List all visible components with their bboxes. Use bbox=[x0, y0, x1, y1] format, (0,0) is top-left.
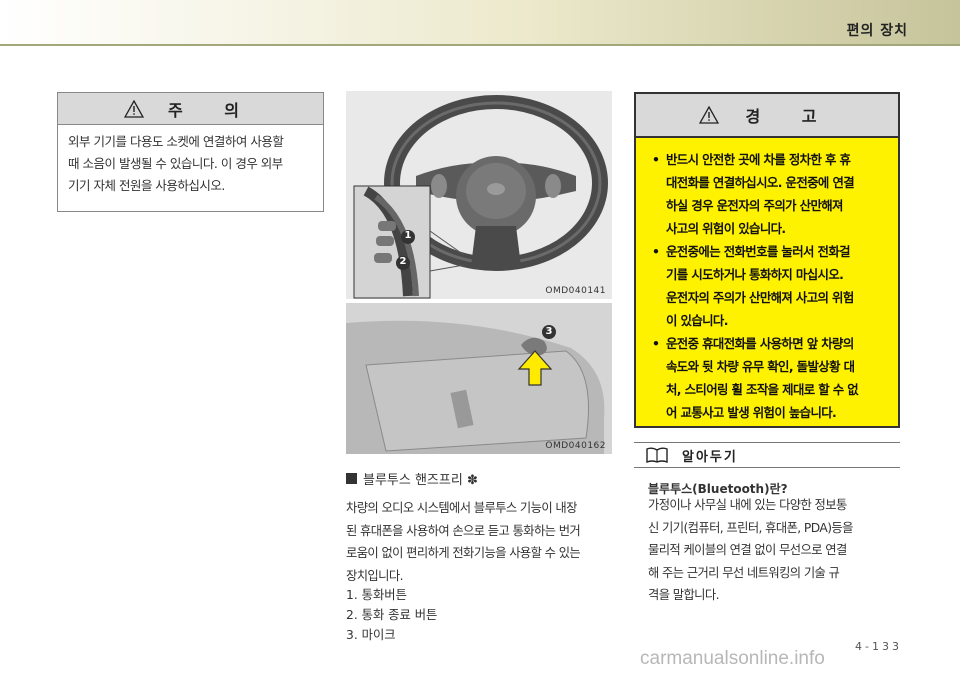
figure-code: OMD040162 bbox=[545, 441, 606, 451]
sun-visor-illustration bbox=[346, 303, 612, 454]
page-number: 4-133 bbox=[855, 640, 902, 653]
bluetooth-heading-text: 블루투스 핸즈프리 ✽ bbox=[363, 473, 478, 488]
warning-line: 처, 스티어링 휠 조작을 제대로 할 수 없 bbox=[666, 382, 859, 397]
caution-box: 주 의 외부 기기를 다용도 소켓에 연결하여 사용할 때 소음이 발생될 수 … bbox=[57, 92, 324, 212]
list-item: 3. 마이크 bbox=[346, 628, 396, 642]
bluetooth-line: 차량의 오디오 시스템에서 블루투스 기능이 내장 bbox=[346, 501, 577, 515]
header-rule bbox=[0, 44, 960, 46]
warning-line: 대전화를 연결하십시오. 운전중에 연결 bbox=[666, 175, 855, 190]
warning-header: 경 고 bbox=[636, 94, 898, 138]
steering-wheel-illustration bbox=[346, 91, 612, 299]
bluetooth-parts-list: 1. 통화버튼 2. 통화 종료 버튼 3. 마이크 bbox=[346, 585, 437, 645]
warning-line: 운전중에는 전화번호를 눌러서 전화걸 bbox=[666, 244, 851, 259]
callout-3: 3 bbox=[545, 326, 553, 337]
list-item: 2. 통화 종료 버튼 bbox=[346, 608, 438, 622]
header-band bbox=[0, 0, 960, 44]
watermark: carmanualsonline.info bbox=[640, 648, 825, 669]
note-line: 격을 말합니다. bbox=[648, 588, 720, 602]
note-line: 물리적 케이블의 연결 없이 무선으로 연결 bbox=[648, 543, 847, 557]
note-header: 알아두기 bbox=[634, 442, 900, 468]
warning-triangle-icon bbox=[123, 99, 144, 118]
book-icon bbox=[646, 447, 668, 463]
warning-line: 이 있습니다. bbox=[666, 313, 728, 328]
steering-wheel-figure: 1 2 OMD040141 bbox=[346, 91, 612, 299]
note-line: 해 주는 근거리 무선 네트워킹의 기술 규 bbox=[648, 565, 840, 580]
warning-triangle-icon bbox=[699, 106, 720, 124]
warning-line: 사고의 위험이 있습니다. bbox=[666, 221, 786, 236]
microphone-figure: 3 OMD040162 bbox=[346, 303, 612, 454]
list-item: 1. 통화버튼 bbox=[346, 588, 407, 602]
warning-line: 기를 시도하거나 통화하지 마십시오. bbox=[666, 267, 844, 282]
note-line: 신 기기(컴퓨터, 프린터, 휴대폰, PDA)등을 bbox=[648, 520, 853, 535]
note-title: 알아두기 bbox=[682, 449, 738, 465]
warning-item: 반드시 안전한 곳에 차를 정차한 후 휴 대전화를 연결하십시오. 운전중에 … bbox=[648, 148, 888, 240]
warning-line: 하실 경우 운전자의 주의가 산만해져 bbox=[666, 198, 843, 213]
warning-line: 어 교통사고 발생 위험이 높습니다. bbox=[666, 405, 837, 420]
bluetooth-line: 로움이 없이 편리하게 전화기능을 사용할 수 있는 bbox=[346, 546, 581, 560]
bluetooth-heading: 블루투스 핸즈프리 ✽ bbox=[346, 469, 478, 488]
caution-line: 기기 자체 전원을 사용하십시오. bbox=[68, 178, 225, 193]
callout-2: 2 bbox=[399, 256, 407, 267]
bluetooth-line: 된 휴대폰을 사용하여 손으로 듣고 통화하는 번거 bbox=[346, 523, 581, 538]
callout-1: 1 bbox=[404, 230, 412, 241]
warning-list: 반드시 안전한 곳에 차를 정차한 후 휴 대전화를 연결하십시오. 운전중에 … bbox=[636, 138, 898, 424]
caution-line: 때 소음이 발생될 수 있습니다. 이 경우 외부 bbox=[68, 156, 283, 171]
warning-item: 운전중에는 전화번호를 눌러서 전화걸 기를 시도하거나 통화하지 마십시오. … bbox=[648, 240, 888, 332]
caution-text: 외부 기기를 다용도 소켓에 연결하여 사용할 때 소음이 발생될 수 있습니다… bbox=[58, 125, 323, 197]
warning-item: 운전중 휴대전화를 사용하면 앞 차량의 속도와 뒷 차량 유무 확인, 돌발상… bbox=[648, 332, 888, 424]
note-line: 가정이나 사무실 내에 있는 다양한 정보통 bbox=[648, 498, 847, 512]
bluetooth-description: 차량의 오디오 시스템에서 블루투스 기능이 내장 된 휴대폰을 사용하여 손으… bbox=[346, 497, 614, 587]
caution-line: 외부 기기를 다용도 소켓에 연결하여 사용할 bbox=[68, 134, 284, 149]
bluetooth-line: 장치입니다. bbox=[346, 568, 403, 583]
warning-line: 운전중 휴대전화를 사용하면 앞 차량의 bbox=[666, 336, 854, 351]
caution-header: 주 의 bbox=[58, 93, 323, 125]
caution-title: 주 의 bbox=[167, 100, 257, 120]
warning-title: 경 고 bbox=[745, 107, 835, 126]
bullet-square-icon bbox=[346, 473, 357, 484]
warning-line: 운전자의 주의가 산만해져 사고의 위험 bbox=[666, 290, 854, 305]
warning-line: 속도와 뒷 차량 유무 확인, 돌발상황 대 bbox=[666, 359, 855, 374]
note-text: 가정이나 사무실 내에 있는 다양한 정보통 신 기기(컴퓨터, 프린터, 휴대… bbox=[648, 494, 898, 607]
warning-box: 경 고 반드시 안전한 곳에 차를 정차한 후 휴 대전화를 연결하십시오. 운… bbox=[634, 92, 900, 428]
figure-code: OMD040141 bbox=[545, 286, 606, 296]
warning-line: 반드시 안전한 곳에 차를 정차한 후 휴 bbox=[666, 152, 851, 167]
section-title: 편의 장치 bbox=[846, 23, 908, 39]
